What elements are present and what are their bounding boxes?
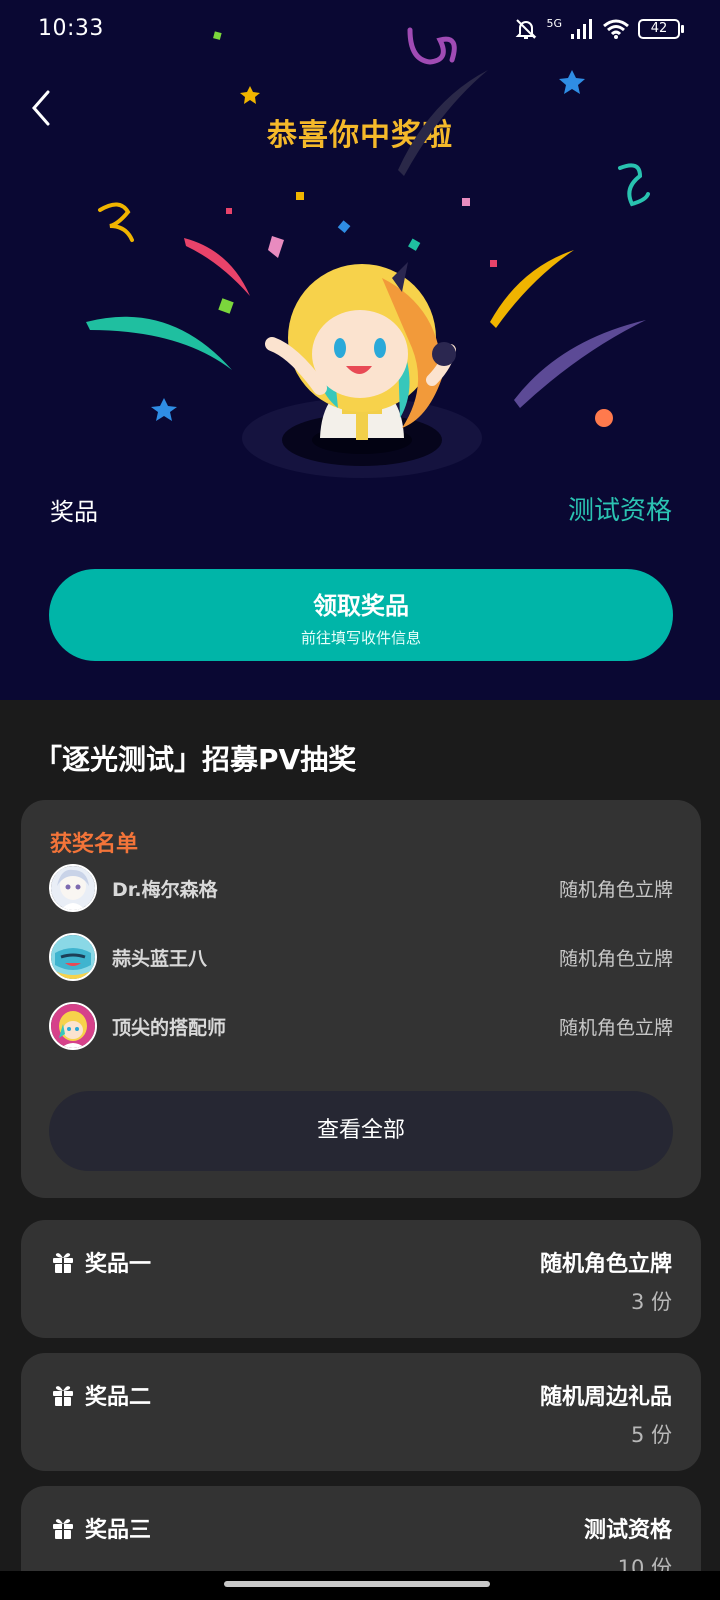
winner-prize: 随机角色立牌	[558, 1016, 673, 1039]
event-title: 「逐光测试」招募PV抽奖	[34, 743, 357, 776]
prize-count: 3 份	[630, 1290, 672, 1314]
winners-heading: 获奖名单	[50, 832, 139, 857]
home-indicator[interactable]	[224, 1581, 490, 1587]
result-hero: 10:33 5G 42 恭喜你中奖啦 奖品 测试资格 领取奖品 前往填写收件信息	[0, 0, 720, 700]
gift-icon	[53, 1519, 73, 1539]
avatar	[49, 1002, 97, 1050]
winner-name: 顶尖的搭配师	[112, 1016, 227, 1039]
prize-name: 奖品一	[85, 1252, 152, 1277]
winner-name: 蒜头蓝王八	[112, 947, 208, 970]
prize-name: 奖品二	[85, 1385, 152, 1410]
prize-item: 随机角色立牌	[539, 1252, 672, 1277]
prize-item: 测试资格	[583, 1518, 672, 1543]
winners-card: 获奖名单 Dr.梅尔森格 随机角色立牌 蒜头蓝王八 随机角色立牌 顶尖的搭配师 …	[21, 800, 701, 1198]
system-navigation-bar	[0, 1571, 720, 1600]
mascot-illustration	[242, 262, 482, 478]
prize-item: 随机周边礼品	[539, 1385, 672, 1410]
winner-prize: 随机角色立牌	[558, 947, 673, 970]
view-all-button[interactable]: 查看全部	[49, 1091, 673, 1171]
prize-count: 5 份	[630, 1423, 672, 1447]
claim-button-subtitle: 前往填写收件信息	[300, 629, 421, 647]
claim-prize-button[interactable]: 领取奖品 前往填写收件信息	[49, 569, 673, 661]
avatar	[49, 933, 97, 981]
gift-icon	[53, 1253, 73, 1273]
winner-prize: 随机角色立牌	[558, 878, 673, 901]
gift-icon	[53, 1386, 73, 1406]
winner-name: Dr.梅尔森格	[112, 878, 218, 901]
prize-value: 测试资格	[567, 496, 672, 526]
winner-row[interactable]: 顶尖的搭配师 随机角色立牌	[49, 1000, 673, 1052]
winner-row[interactable]: Dr.梅尔森格 随机角色立牌	[49, 862, 673, 914]
prize-label: 奖品	[50, 498, 98, 526]
claim-button-label: 领取奖品	[313, 592, 409, 620]
winner-row[interactable]: 蒜头蓝王八 随机角色立牌	[49, 931, 673, 983]
avatar	[49, 864, 97, 912]
prize-card: 奖品一 随机角色立牌 3 份	[21, 1220, 701, 1338]
prize-card: 奖品二 随机周边礼品 5 份	[21, 1353, 701, 1471]
prize-name: 奖品三	[85, 1518, 152, 1543]
